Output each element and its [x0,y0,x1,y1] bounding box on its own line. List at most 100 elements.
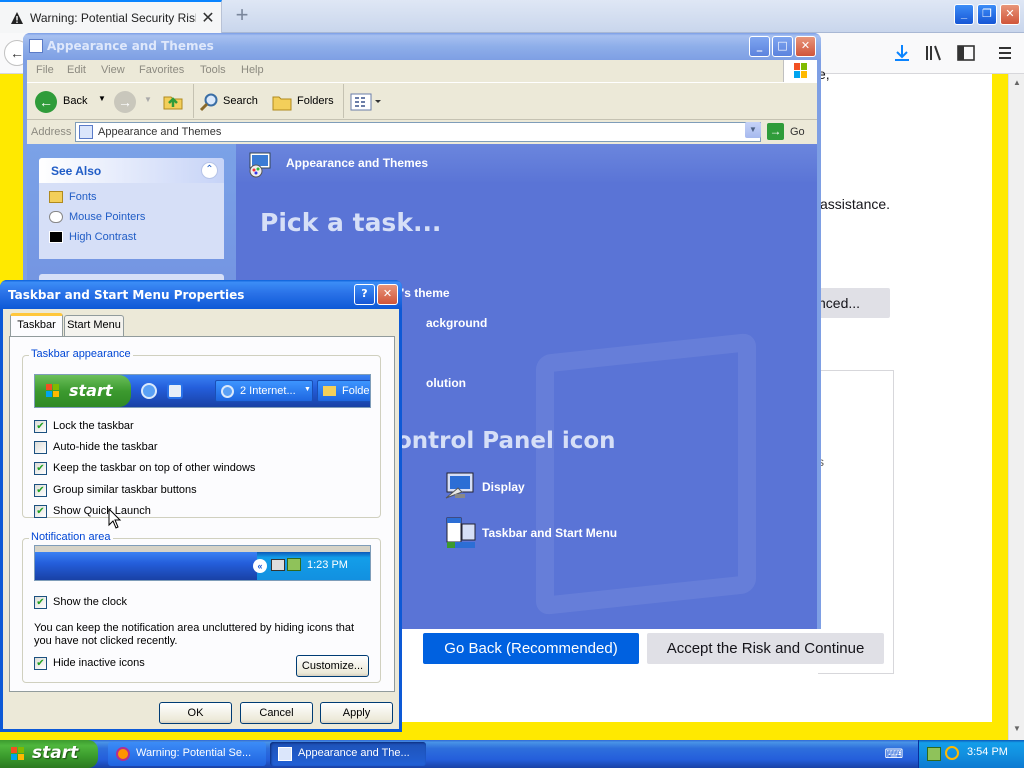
task-label: Warning: Potential Se... [136,747,252,759]
forward-arrow-icon[interactable]: → [114,91,136,113]
menu-tools[interactable]: Tools [200,64,226,76]
see-also-header[interactable]: See Also ⌃ [39,158,224,183]
see-also-title: See Also [51,164,102,178]
back-arrow-icon: ← [35,91,57,113]
warning-text-fragment: e, [818,66,830,82]
quick-launch-checkbox[interactable]: ✔ [34,505,47,518]
apply-button[interactable]: Apply [320,702,393,724]
firefox-minimize-button[interactable]: _ [954,4,974,25]
search-button[interactable]: Search [199,90,263,114]
maximize-button[interactable]: □ [772,36,793,57]
preview-start-label: start [69,381,113,400]
search-icon [199,93,218,112]
firefox-icon [116,747,130,761]
link-label: Mouse Pointers [69,211,146,223]
pick-task-heading: Pick a task... [260,208,442,237]
taskbar-task-control-panel[interactable]: Appearance and The... [270,742,426,766]
display-label: Display [482,480,525,494]
search-icon[interactable] [945,746,959,760]
control-panel-icon [278,747,292,761]
taskbar-task-firefox[interactable]: Warning: Potential Se... [108,742,266,766]
help-button[interactable]: ? [354,284,375,305]
address-value: Appearance and Themes [98,126,222,138]
go-back-button[interactable]: Go Back (Recommended) [423,633,639,664]
notification-description: You can keep the notification area unclu… [34,622,355,647]
customize-button[interactable]: Customize... [296,655,369,677]
new-tab-button[interactable]: + [232,4,252,28]
windows-logo-icon [783,60,817,82]
firefox-scrollbar[interactable]: ▲ ▼ [1008,74,1024,740]
firefox-close-button[interactable]: ✕ [1000,4,1020,25]
language-bar-icon[interactable]: ⌨ [884,746,904,762]
folders-label: Folders [297,95,334,107]
see-also-link-mouse-pointers[interactable]: Mouse Pointers [49,211,145,227]
folders-icon [272,96,292,111]
control-panel-titlebar[interactable]: Appearance and Themes _ □ ✕ [23,33,821,60]
taskbar-start-menu-applet[interactable]: Taskbar and Start Menu [444,516,644,550]
ie-icon [221,385,234,398]
tab-start-menu[interactable]: Start Menu [64,315,124,336]
notification-preview-bar: « 1:23 PM [35,552,370,580]
control-panel-icon [29,39,43,53]
address-field[interactable]: Appearance and Themes [75,122,761,142]
go-button[interactable]: → Go [767,122,811,142]
start-button[interactable]: start [0,740,98,768]
sidebar-icon[interactable] [955,43,977,63]
tab-taskbar[interactable]: Taskbar [10,313,63,336]
task-label: ackground [426,316,488,330]
scroll-up-icon[interactable]: ▲ [1012,78,1022,88]
start-label: start [32,743,79,763]
address-dropdown-icon[interactable]: ▼ [745,122,761,138]
preview-clock: 1:23 PM [307,559,348,571]
up-folder-icon[interactable] [161,89,185,113]
address-label: Address [31,126,72,138]
library-icon[interactable] [923,43,945,63]
preview-start-button: start [35,375,131,407]
menu-help[interactable]: Help [241,64,264,76]
advanced-button[interactable]: nced... [818,288,890,318]
menu-file[interactable]: File [36,64,54,76]
back-button[interactable]: ← Back ▼ [35,90,113,114]
dialog-close-button[interactable]: ✕ [377,284,398,305]
see-also-link-fonts[interactable]: Fonts [49,191,97,207]
cancel-button[interactable]: Cancel [240,702,313,724]
collapse-chevron-icon[interactable]: ⌃ [201,162,218,179]
menu-view[interactable]: View [101,64,125,76]
show-clock-checkbox[interactable]: ✔ [34,596,47,609]
ok-button[interactable]: OK [159,702,232,724]
minimize-button[interactable]: _ [749,36,770,57]
menu-favorites[interactable]: Favorites [139,64,184,76]
taskbar-preview: start 2 Internet... ▼ Folde [34,374,371,408]
folders-button[interactable]: Folders [271,90,337,114]
lock-taskbar-checkbox[interactable]: ✔ [34,420,47,433]
see-also-panel: See Also ⌃ Fonts Mouse Pointers High Con… [39,158,224,259]
hamburger-menu-icon[interactable] [994,43,1016,63]
firefox-tab[interactable]: Warning: Potential Security Risk Ahead ✕ [0,0,222,33]
hide-inactive-checkbox[interactable]: ✔ [34,657,47,670]
display-icon [445,472,474,499]
see-also-link-high-contrast[interactable]: High Contrast [49,231,136,247]
download-icon[interactable] [891,43,913,63]
group-buttons-checkbox[interactable]: ✔ [34,484,47,497]
task-change-background[interactable]: ackground [426,316,487,330]
taskbar-clock[interactable]: 3:54 PM [967,746,1008,758]
accept-risk-button[interactable]: Accept the Risk and Continue [647,633,884,664]
search-label: Search [223,95,258,107]
views-icon[interactable] [349,92,383,112]
display-applet[interactable]: Display [444,470,564,504]
menu-edit[interactable]: Edit [67,64,86,76]
firefox-restore-button[interactable]: ❐ [977,4,997,25]
keep-on-top-checkbox[interactable]: ✔ [34,462,47,475]
tab-close-icon[interactable]: ✕ [200,8,216,27]
toolbar-separator [343,84,344,118]
windows-flag-icon [11,747,24,760]
task-change-resolution[interactable]: olution [426,376,466,390]
go-label: Go [790,126,805,138]
close-button[interactable]: ✕ [795,36,816,57]
lock-taskbar-label: Lock the taskbar [53,420,134,432]
dialog-titlebar[interactable]: Taskbar and Start Menu Properties ? ✕ [0,280,402,309]
auto-hide-checkbox[interactable] [34,441,47,454]
safely-remove-icon[interactable] [927,747,941,761]
scroll-down-icon[interactable]: ▼ [1012,724,1022,734]
dialog-body: Taskbar Start Menu Taskbar appearance st… [3,309,399,729]
